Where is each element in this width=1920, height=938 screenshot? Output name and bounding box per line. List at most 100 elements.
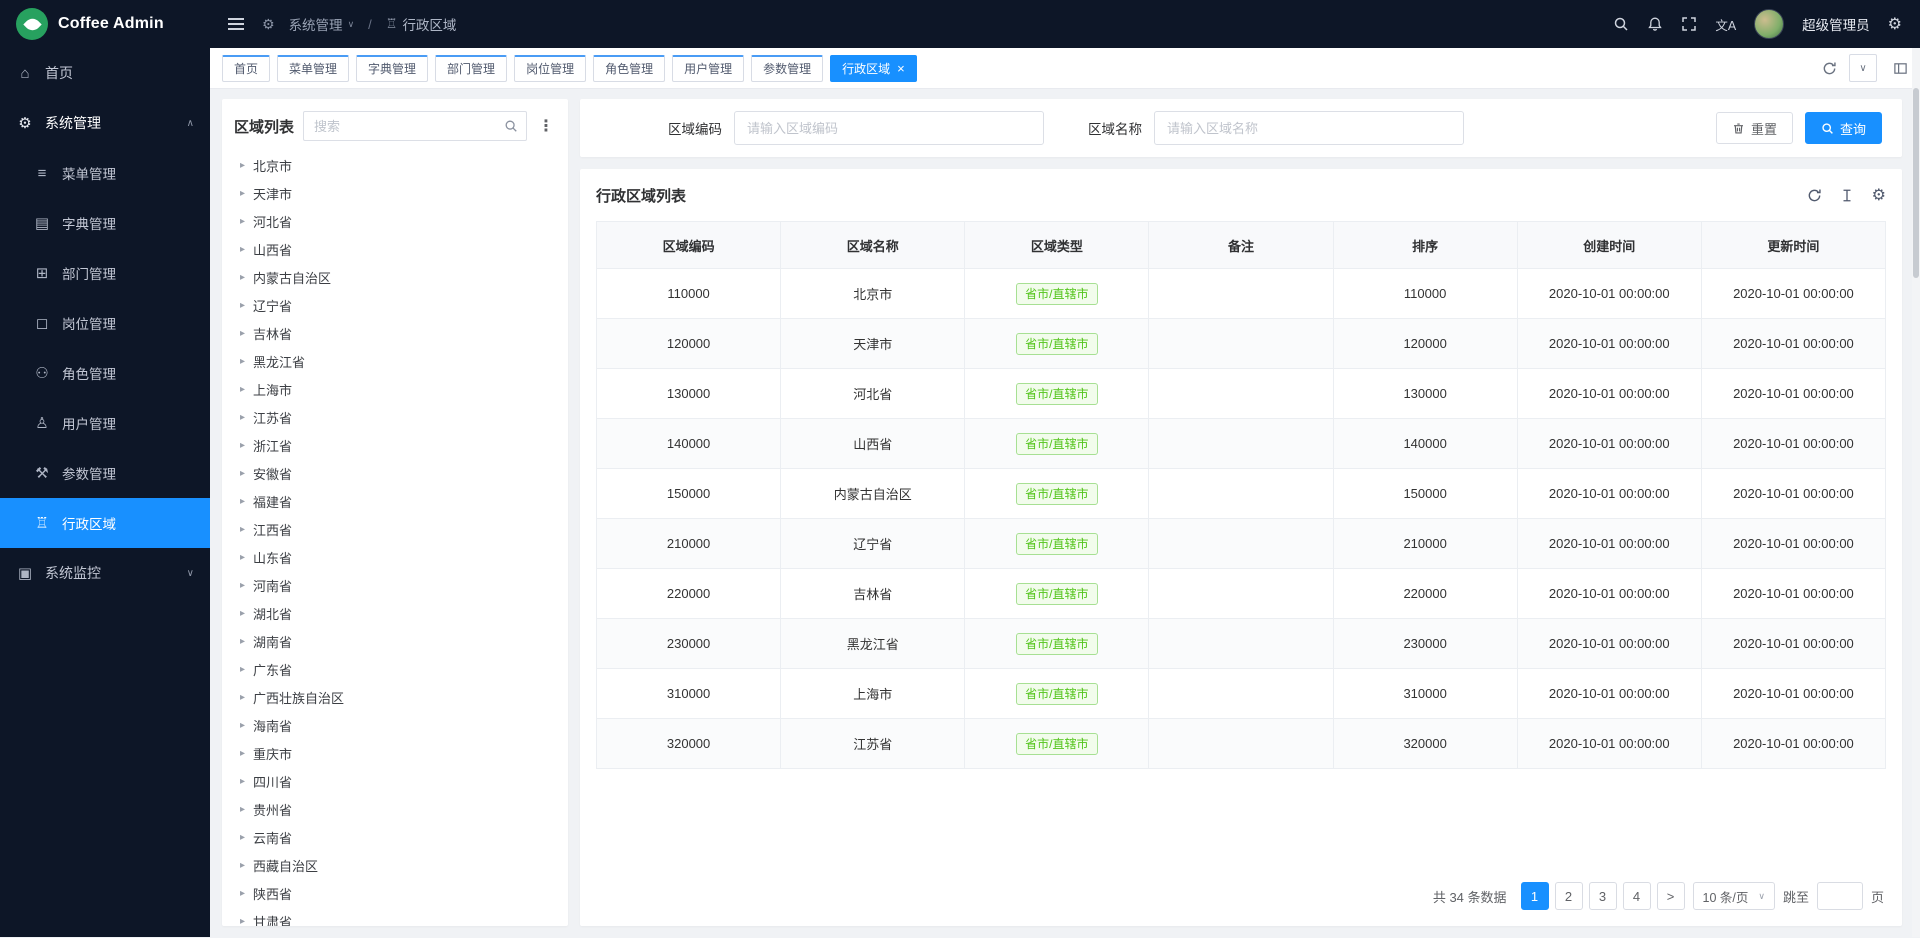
- sidebar-item-monitor[interactable]: ▣ 系统监控 ∨: [0, 548, 210, 598]
- region-name-input[interactable]: [1154, 111, 1464, 145]
- sidebar-item-dict-mgmt[interactable]: ▤ 字典管理: [0, 198, 210, 248]
- avatar[interactable]: [1754, 9, 1784, 39]
- column-settings-icon[interactable]: ⚙: [1872, 185, 1886, 205]
- caret-right-icon[interactable]: ▸: [240, 720, 245, 731]
- table-row[interactable]: 320000江苏省省市/直辖市3200002020-10-01 00:00:00…: [597, 719, 1886, 769]
- reset-button[interactable]: 重置: [1716, 112, 1793, 144]
- layout-icon[interactable]: [1893, 61, 1908, 76]
- caret-right-icon[interactable]: ▸: [240, 608, 245, 619]
- scrollbar-thumb[interactable]: [1913, 88, 1919, 278]
- username[interactable]: 超级管理员: [1802, 14, 1870, 34]
- tree-item[interactable]: ▸辽宁省: [234, 291, 556, 319]
- caret-right-icon[interactable]: ▸: [240, 244, 245, 255]
- table-row[interactable]: 310000上海市省市/直辖市3100002020-10-01 00:00:00…: [597, 669, 1886, 719]
- caret-right-icon[interactable]: ▸: [240, 384, 245, 395]
- tab-1[interactable]: 菜单管理: [277, 55, 349, 82]
- tree-item[interactable]: ▸广东省: [234, 655, 556, 683]
- row-density-icon[interactable]: [1840, 188, 1854, 203]
- settings-gear-icon[interactable]: ⚙: [1888, 14, 1902, 34]
- caret-right-icon[interactable]: ▸: [240, 832, 245, 843]
- tab-2[interactable]: 字典管理: [356, 55, 428, 82]
- sidebar-item-param-mgmt[interactable]: ⚒ 参数管理: [0, 448, 210, 498]
- tree-item[interactable]: ▸重庆市: [234, 739, 556, 767]
- tree-item[interactable]: ▸河北省: [234, 207, 556, 235]
- sidebar-item-region[interactable]: ♖ 行政区域: [0, 498, 210, 548]
- tab-5[interactable]: 角色管理: [593, 55, 665, 82]
- tree-item[interactable]: ▸广西壮族自治区: [234, 683, 556, 711]
- region-code-input[interactable]: [734, 111, 1044, 145]
- tree-item[interactable]: ▸贵州省: [234, 795, 556, 823]
- tree-item[interactable]: ▸山西省: [234, 235, 556, 263]
- caret-right-icon[interactable]: ▸: [240, 692, 245, 703]
- caret-right-icon[interactable]: ▸: [240, 300, 245, 311]
- table-row[interactable]: 230000黑龙江省省市/直辖市2300002020-10-01 00:00:0…: [597, 619, 1886, 669]
- caret-right-icon[interactable]: ▸: [240, 356, 245, 367]
- menu-toggle-icon[interactable]: [228, 16, 248, 32]
- page-scrollbar[interactable]: [1912, 48, 1920, 937]
- page-button-2[interactable]: 2: [1555, 882, 1583, 910]
- table-row[interactable]: 110000北京市省市/直辖市1100002020-10-01 00:00:00…: [597, 269, 1886, 319]
- caret-right-icon[interactable]: ▸: [240, 216, 245, 227]
- caret-right-icon[interactable]: ▸: [240, 664, 245, 675]
- tree-item[interactable]: ▸浙江省: [234, 431, 556, 459]
- tab-0[interactable]: 首页: [222, 55, 270, 82]
- caret-right-icon[interactable]: ▸: [240, 160, 245, 171]
- caret-right-icon[interactable]: ▸: [240, 440, 245, 451]
- table-row[interactable]: 150000内蒙古自治区省市/直辖市1500002020-10-01 00:00…: [597, 469, 1886, 519]
- sidebar-item-dept-mgmt[interactable]: ⊞ 部门管理: [0, 248, 210, 298]
- caret-right-icon[interactable]: ▸: [240, 524, 245, 535]
- table-row[interactable]: 140000山西省省市/直辖市1400002020-10-01 00:00:00…: [597, 419, 1886, 469]
- caret-right-icon[interactable]: ▸: [240, 636, 245, 647]
- fullscreen-icon[interactable]: [1681, 16, 1697, 32]
- sidebar-item-system[interactable]: ⚙ 系统管理 ∧: [0, 98, 210, 148]
- caret-right-icon[interactable]: ▸: [240, 412, 245, 423]
- page-button-4[interactable]: 4: [1623, 882, 1651, 910]
- tabs-dropdown-button[interactable]: ∨: [1849, 54, 1877, 82]
- tree-item[interactable]: ▸山东省: [234, 543, 556, 571]
- bell-icon[interactable]: [1647, 16, 1663, 32]
- refresh-icon[interactable]: [1807, 188, 1822, 203]
- tree-item[interactable]: ▸江苏省: [234, 403, 556, 431]
- table-row[interactable]: 130000河北省省市/直辖市1300002020-10-01 00:00:00…: [597, 369, 1886, 419]
- tab-close-icon[interactable]: ×: [897, 62, 905, 75]
- tree-search-input[interactable]: [312, 118, 498, 135]
- caret-right-icon[interactable]: ▸: [240, 804, 245, 815]
- caret-right-icon[interactable]: ▸: [240, 748, 245, 759]
- caret-right-icon[interactable]: ▸: [240, 468, 245, 479]
- page-size-select[interactable]: 10 条/页 ∨: [1693, 882, 1775, 910]
- jump-page-input[interactable]: [1817, 882, 1863, 910]
- tree-item[interactable]: ▸北京市: [234, 151, 556, 179]
- sidebar-item-menu-mgmt[interactable]: ≡ 菜单管理: [0, 148, 210, 198]
- tab-6[interactable]: 用户管理: [672, 55, 744, 82]
- caret-right-icon[interactable]: ▸: [240, 860, 245, 871]
- tree-item[interactable]: ▸上海市: [234, 375, 556, 403]
- sidebar-item-post-mgmt[interactable]: ◻ 岗位管理: [0, 298, 210, 348]
- tab-8[interactable]: 行政区域×: [830, 55, 917, 82]
- caret-right-icon[interactable]: ▸: [240, 580, 245, 591]
- tree-item[interactable]: ▸福建省: [234, 487, 556, 515]
- next-page-button[interactable]: >: [1657, 882, 1685, 910]
- tree-item[interactable]: ▸湖北省: [234, 599, 556, 627]
- tree-item[interactable]: ▸陕西省: [234, 879, 556, 907]
- tree-item[interactable]: ▸天津市: [234, 179, 556, 207]
- sidebar-item-home[interactable]: ⌂ 首页: [0, 48, 210, 98]
- tree-item[interactable]: ▸湖南省: [234, 627, 556, 655]
- tree-item[interactable]: ▸内蒙古自治区: [234, 263, 556, 291]
- table-row[interactable]: 210000辽宁省省市/直辖市2100002020-10-01 00:00:00…: [597, 519, 1886, 569]
- search-icon[interactable]: [1613, 16, 1629, 32]
- search-icon[interactable]: [504, 119, 518, 133]
- more-options-icon[interactable]: ⋮: [536, 116, 556, 136]
- translate-icon[interactable]: 文A: [1715, 15, 1736, 34]
- tree-item[interactable]: ▸西藏自治区: [234, 851, 556, 879]
- caret-right-icon[interactable]: ▸: [240, 496, 245, 507]
- tree-item[interactable]: ▸四川省: [234, 767, 556, 795]
- caret-right-icon[interactable]: ▸: [240, 916, 245, 927]
- caret-right-icon[interactable]: ▸: [240, 776, 245, 787]
- tree-item[interactable]: ▸云南省: [234, 823, 556, 851]
- tree-item[interactable]: ▸黑龙江省: [234, 347, 556, 375]
- tree-item[interactable]: ▸吉林省: [234, 319, 556, 347]
- tab-7[interactable]: 参数管理: [751, 55, 823, 82]
- tree-item[interactable]: ▸甘肃省: [234, 907, 556, 926]
- page-button-1[interactable]: 1: [1521, 882, 1549, 910]
- tree-item[interactable]: ▸河南省: [234, 571, 556, 599]
